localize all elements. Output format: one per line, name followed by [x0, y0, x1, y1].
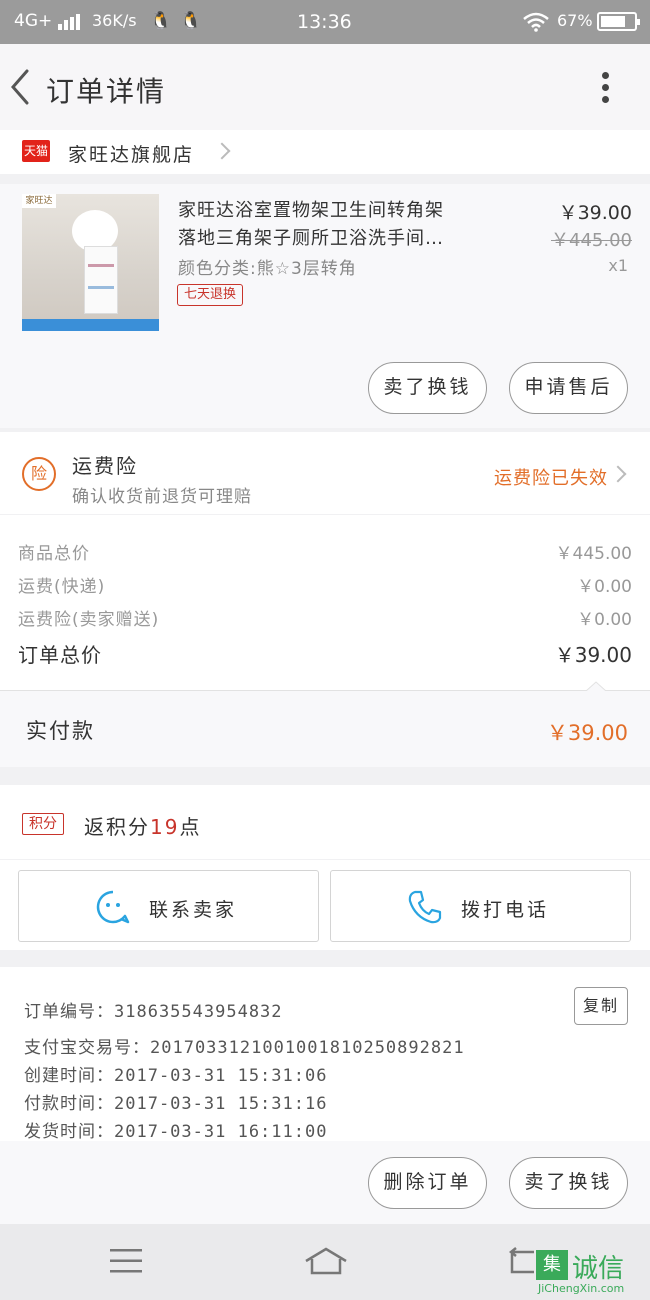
- chevron-right-icon: [609, 465, 627, 483]
- paid-time: 付款时间：2017-03-31 15:31:16: [24, 1094, 328, 1114]
- paid-value: ￥39.00: [546, 721, 628, 745]
- tmall-badge: 天猫: [22, 140, 50, 162]
- paid-row: 实付款 ￥39.00: [0, 691, 650, 767]
- clock: 13:36: [297, 11, 352, 33]
- insurance-icon: 险: [22, 457, 56, 491]
- home-icon[interactable]: [304, 1246, 348, 1276]
- created-time: 创建时间：2017-03-31 15:31:06: [24, 1066, 328, 1086]
- contact-seller-button[interactable]: 联系卖家: [18, 870, 319, 942]
- order-total-value: ￥39.00: [554, 643, 632, 667]
- contact-section: 联系卖家 拨打电话: [0, 860, 650, 950]
- subtotal-value: ￥445.00: [555, 544, 632, 564]
- qq-icon: 🐧: [150, 11, 172, 31]
- alipay-trade-number: 支付宝交易号：2017033121001001810250892821: [24, 1038, 465, 1058]
- resell-button[interactable]: 卖了换钱: [368, 362, 487, 414]
- call-phone-button[interactable]: 拨打电话: [330, 870, 631, 942]
- watermark-icon: 集: [536, 1250, 568, 1280]
- footer-actions: 删除订单 卖了换钱: [0, 1141, 650, 1224]
- more-options-icon[interactable]: [596, 70, 616, 106]
- shipping-insurance-row[interactable]: 险 运费险 确认收货前退货可理赔 运费险已失效: [0, 432, 650, 514]
- points-row: 积分 返积分19点: [0, 785, 650, 859]
- call-phone-label: 拨打电话: [461, 899, 550, 921]
- product-title-line2[interactable]: 落地三角架子厕所卫浴洗手间…: [178, 224, 518, 254]
- chevron-right-icon: [213, 142, 231, 160]
- shipping-value: ￥0.00: [577, 577, 632, 597]
- battery-percent: 67%: [557, 11, 593, 30]
- product-image[interactable]: 家旺达: [22, 194, 159, 331]
- shipped-time: 发货时间：2017-03-31 16:11:00: [24, 1122, 328, 1142]
- order-info: 订单编号：318635543954832 支付宝交易号：201703312100…: [0, 967, 650, 1142]
- points-text: 返积分19点: [84, 815, 202, 839]
- store-row[interactable]: 天猫 家旺达旗舰店: [0, 130, 650, 174]
- paid-label: 实付款: [26, 719, 95, 743]
- insurance-status: 运费险已失效: [494, 468, 608, 489]
- insurance-fee-label: 运费险(卖家赠送): [18, 610, 160, 630]
- resell-button-footer[interactable]: 卖了换钱: [509, 1157, 628, 1209]
- network-label: 4G+: [14, 11, 53, 31]
- back-arrow-icon[interactable]: [10, 69, 30, 105]
- wifi-icon: [523, 12, 549, 32]
- signal-icon: [58, 14, 80, 30]
- order-total-label: 订单总价: [18, 643, 102, 667]
- product-original-price: ￥445.00: [551, 230, 632, 251]
- insurance-fee-value: ￥0.00: [577, 610, 632, 630]
- points-badge: 积分: [22, 813, 64, 835]
- product-sku: 颜色分类:熊☆3层转角: [178, 259, 357, 279]
- insurance-subtitle: 确认收货前退货可理赔: [72, 487, 252, 507]
- battery-icon: [597, 12, 640, 31]
- qq-icon-2: 🐧: [180, 11, 202, 31]
- product-image-brand: 家旺达: [22, 194, 56, 208]
- shipping-label: 运费(快递): [18, 577, 106, 597]
- watermark-text: 诚信: [572, 1254, 625, 1284]
- service-tag: 七天退换: [177, 284, 244, 306]
- watermark-logo: 集 诚信 JiChengXin.com: [532, 1250, 650, 1298]
- contact-seller-label: 联系卖家: [149, 899, 238, 921]
- product-quantity: x1: [608, 256, 628, 275]
- store-name[interactable]: 家旺达旗舰店: [68, 140, 194, 167]
- phone-icon: [408, 890, 442, 924]
- menu-icon[interactable]: [110, 1248, 142, 1274]
- product-title-line1[interactable]: 家旺达浴室置物架卫生间转角架: [178, 196, 518, 226]
- status-bar: 4G+ 36K/s 🐧 🐧 13:36 67%: [0, 0, 650, 44]
- delete-order-button[interactable]: 删除订单: [368, 1157, 487, 1209]
- chat-bubble-icon: [96, 890, 130, 924]
- subtotal-label: 商品总价: [18, 544, 90, 564]
- insurance-title: 运费险: [72, 454, 138, 478]
- price-summary: 商品总价 ￥445.00 运费(快递) ￥0.00 运费险(卖家赠送) ￥0.0…: [0, 515, 650, 691]
- product-price: ￥39.00: [558, 202, 632, 224]
- network-speed: 36K/s: [92, 11, 137, 30]
- points-count: 19: [150, 815, 180, 839]
- watermark-url: JiChengXin.com: [538, 1282, 625, 1295]
- apply-aftersale-button[interactable]: 申请售后: [509, 362, 628, 414]
- product-card: 家旺达 家旺达浴室置物架卫生间转角架 落地三角架子厕所卫浴洗手间… 颜色分类:熊…: [0, 184, 650, 428]
- page-title: 订单详情: [46, 75, 167, 108]
- order-number: 订单编号：318635543954832: [24, 1002, 283, 1022]
- app-header: 订单详情: [0, 44, 650, 130]
- copy-button[interactable]: 复制: [574, 987, 628, 1025]
